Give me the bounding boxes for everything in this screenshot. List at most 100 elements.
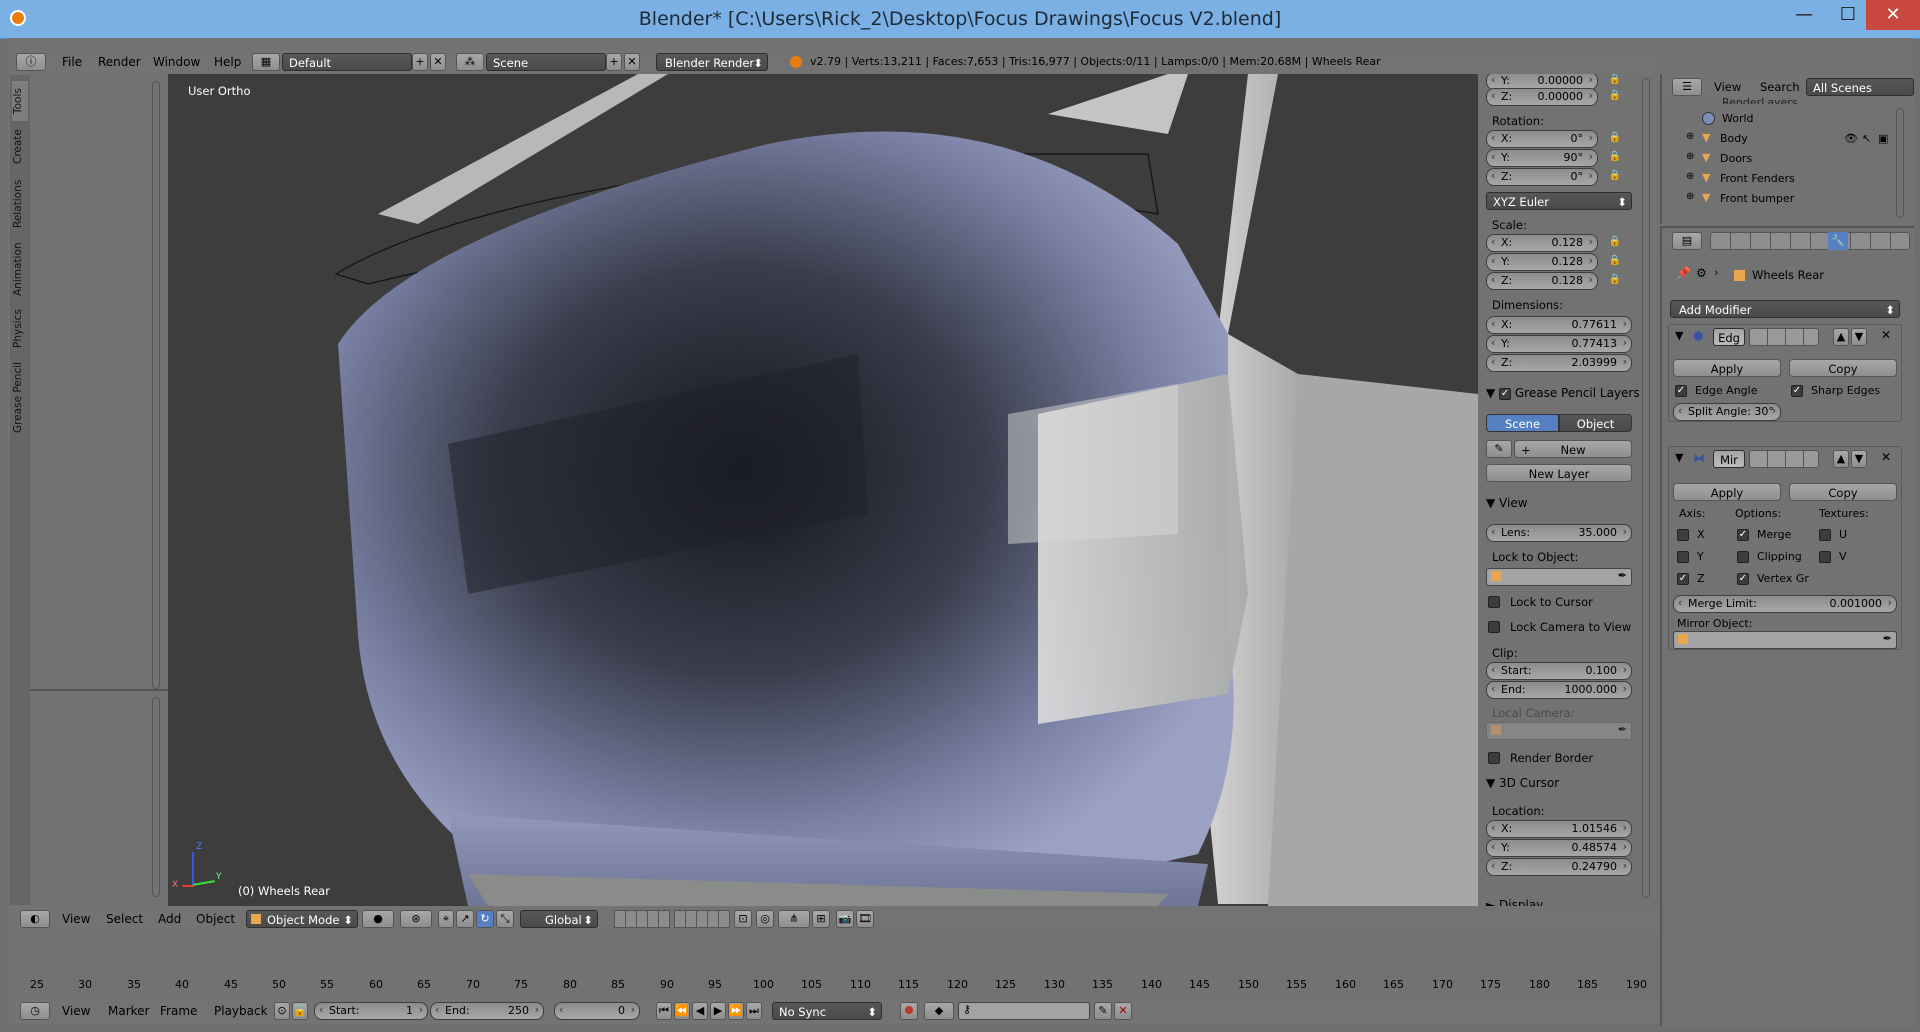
- render-border-checkbox[interactable]: [1488, 752, 1500, 764]
- maximize-button[interactable]: ☐: [1826, 0, 1870, 30]
- lock-icon[interactable]: 🔒: [1608, 130, 1622, 146]
- outliner-item-front-bumper[interactable]: ⊕ ▼ Front bumper: [1686, 190, 1886, 208]
- manipulator-icon[interactable]: ⌖: [438, 910, 454, 928]
- clip-start-field[interactable]: Start: 0.100: [1486, 662, 1632, 680]
- gp-new-layer-button[interactable]: New Layer: [1486, 464, 1632, 482]
- tab-create[interactable]: Create: [12, 123, 28, 171]
- eyedropper-icon[interactable]: ✒: [1618, 569, 1627, 582]
- proportional-edit-icon[interactable]: ◎: [756, 910, 774, 928]
- preview-range-icon[interactable]: ⊙: [274, 1002, 290, 1020]
- outliner-scrollbar[interactable]: [1896, 108, 1904, 218]
- tab-grease-pencil[interactable]: Grease Pencil: [12, 357, 28, 437]
- current-frame-field[interactable]: 0: [554, 1002, 640, 1020]
- scene-field[interactable]: Scene: [486, 53, 606, 71]
- outliner-editor-icon[interactable]: ☰: [1672, 78, 1702, 96]
- minimize-button[interactable]: —: [1782, 0, 1826, 30]
- menu-view[interactable]: View: [62, 906, 90, 932]
- merge-limit-field[interactable]: Merge Limit: 0.001000: [1673, 595, 1897, 613]
- opengl-render-anim-icon[interactable]: 🎞: [856, 910, 874, 928]
- expand-icon[interactable]: ⊕: [1686, 131, 1694, 142]
- redo-panel-scrollbar[interactable]: [152, 697, 160, 897]
- cursor-z-field[interactable]: Z: 0.24790: [1486, 858, 1632, 876]
- opengl-render-icon[interactable]: 📷: [836, 910, 854, 928]
- render-camera-icon[interactable]: ▣: [1878, 132, 1888, 145]
- scale-x-field[interactable]: X: 0.128: [1486, 234, 1598, 252]
- menu-render[interactable]: Render: [98, 49, 141, 75]
- timeline-menu-frame[interactable]: Frame: [160, 998, 197, 1024]
- render-border-row[interactable]: Render Border: [1488, 750, 1634, 766]
- render-engine-select[interactable]: Blender Render ⬍: [656, 53, 768, 71]
- viewport-shading-icon[interactable]: ●: [362, 910, 394, 928]
- modifier1-apply-button[interactable]: Apply: [1673, 359, 1781, 377]
- 3d-view-editor-icon[interactable]: ◐: [20, 910, 50, 928]
- lock-range-icon[interactable]: 🔒: [292, 1002, 308, 1020]
- axis-z-row[interactable]: ✓ Z: [1677, 571, 1717, 587]
- axis-y-checkbox[interactable]: [1677, 551, 1689, 563]
- texture-v-checkbox[interactable]: [1819, 551, 1831, 563]
- snap-target-icon[interactable]: ⊞: [812, 910, 830, 928]
- select-cursor-icon[interactable]: ↖: [1862, 132, 1871, 145]
- pin-icon[interactable]: 📌: [1676, 266, 1691, 280]
- rotation-z-field[interactable]: Z: 0°: [1486, 168, 1598, 186]
- close-button[interactable]: ✕: [1866, 0, 1920, 30]
- clipping-checkbox[interactable]: [1737, 551, 1749, 563]
- rotation-y-field[interactable]: Y: 90°: [1486, 149, 1598, 167]
- grease-pencil-layers-header[interactable]: ▼ ✓ Grease Pencil Layers: [1486, 386, 1640, 400]
- expand-icon[interactable]: ⊕: [1686, 151, 1694, 162]
- jump-start-icon[interactable]: ⏮: [656, 1002, 672, 1020]
- lock-icon[interactable]: 🔒: [1608, 88, 1622, 104]
- keying-set-icon[interactable]: ◆: [924, 1002, 954, 1020]
- menu-file[interactable]: File: [62, 49, 82, 75]
- lock-to-cursor-row[interactable]: Lock to Cursor: [1488, 594, 1634, 610]
- axis-x-checkbox[interactable]: [1677, 529, 1689, 541]
- jump-keyframe-forward-icon[interactable]: ⏩: [728, 1002, 744, 1020]
- gp-scene-button[interactable]: Scene: [1486, 414, 1559, 432]
- add-modifier-select[interactable]: Add Modifier ⬍: [1670, 300, 1900, 318]
- timeline-menu-marker[interactable]: Marker: [108, 998, 149, 1024]
- delete-keyframe-icon[interactable]: ✕: [1114, 1002, 1132, 1020]
- pivot-point-icon[interactable]: ⊛: [400, 910, 432, 928]
- modifier-name-field[interactable]: Mir: [1713, 450, 1745, 468]
- edge-angle-row[interactable]: ✓ Edge Angle: [1675, 383, 1785, 399]
- remove-modifier-icon[interactable]: ✕: [1881, 450, 1891, 464]
- modifier2-copy-button[interactable]: Copy: [1789, 483, 1897, 501]
- tab-relations[interactable]: Relations: [12, 173, 28, 235]
- display-section-header[interactable]: ► Display: [1486, 898, 1543, 906]
- tool-shelf-scrollbar[interactable]: [152, 81, 160, 689]
- timeline-menu-playback[interactable]: Playback: [214, 998, 268, 1024]
- modifier-display-toggles[interactable]: [1749, 328, 1819, 346]
- mirror-object-field[interactable]: ✒: [1673, 631, 1897, 649]
- lens-field[interactable]: Lens: 35.000: [1486, 524, 1632, 542]
- grease-pencil-checkbox[interactable]: ✓: [1499, 387, 1512, 400]
- outliner-item-front-fenders[interactable]: ⊕ ▼ Front Fenders: [1686, 170, 1886, 188]
- transform-orientation-select[interactable]: Global ⬍: [520, 910, 598, 928]
- merge-row[interactable]: ✓ Merge: [1737, 527, 1817, 543]
- jump-keyframe-back-icon[interactable]: ⏪: [674, 1002, 690, 1020]
- layout-add-icon[interactable]: +: [412, 53, 428, 71]
- gp-new-button[interactable]: + New: [1514, 440, 1632, 458]
- gp-object-button[interactable]: Object: [1559, 414, 1632, 432]
- collapse-arrow-icon[interactable]: ▼: [1675, 329, 1683, 342]
- keying-set-field[interactable]: ⚷: [958, 1002, 1090, 1020]
- lock-camera-row[interactable]: Lock Camera to View: [1488, 619, 1634, 635]
- scene-remove-icon[interactable]: ✕: [624, 53, 640, 71]
- location-z-field[interactable]: Z: 0.00000: [1486, 88, 1598, 106]
- scale-z-field[interactable]: Z: 0.128: [1486, 272, 1598, 290]
- n-panel-scrollbar[interactable]: [1642, 78, 1650, 898]
- menu-object[interactable]: Object: [196, 906, 235, 932]
- collapse-arrow-icon[interactable]: ▼: [1675, 451, 1683, 464]
- lock-icon[interactable]: 🔒: [1608, 74, 1622, 88]
- outliner-item-doors[interactable]: ⊕ ▼ Doors: [1686, 150, 1886, 168]
- outliner-item-renderlayers[interactable]: RenderLayers: [1722, 96, 1798, 104]
- scale-y-field[interactable]: Y: 0.128: [1486, 253, 1598, 271]
- play-icon[interactable]: ▶: [710, 1002, 726, 1020]
- texture-u-row[interactable]: U: [1819, 527, 1859, 543]
- lock-to-cursor-checkbox[interactable]: [1488, 596, 1500, 608]
- layer-lock-icon[interactable]: ⊡: [734, 910, 752, 928]
- texture-u-checkbox[interactable]: [1819, 529, 1831, 541]
- move-down-icon[interactable]: ▼: [1851, 328, 1867, 346]
- 3d-viewport[interactable]: User Ortho (0) Wheels Rear Z Y X: [168, 74, 1478, 906]
- sharp-edges-row[interactable]: ✓ Sharp Edges: [1791, 383, 1901, 399]
- play-reverse-icon[interactable]: ◀: [692, 1002, 708, 1020]
- lock-camera-checkbox[interactable]: [1488, 621, 1500, 633]
